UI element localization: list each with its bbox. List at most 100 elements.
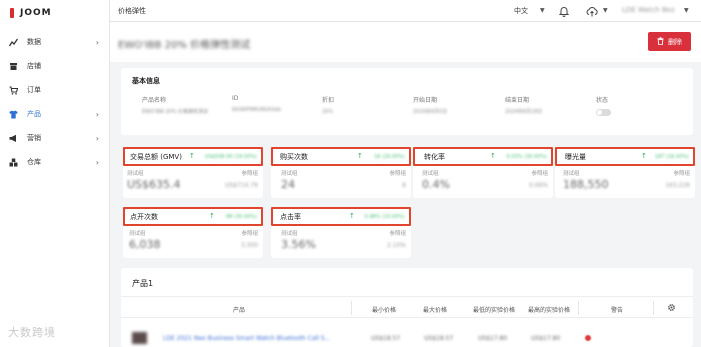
metric-card-ctr: 点击率 ↑ 0.98% (10.00%) 测试组 参照组 3.56% 2.10% (271, 207, 411, 258)
sidebar-item-products[interactable]: 产品 › (0, 102, 110, 126)
logo-text: JOOM (20, 8, 52, 18)
arrow-up-icon: ↑ (349, 212, 355, 220)
test-group-value: 6,038 (129, 238, 161, 251)
user-menu[interactable]: LDE Watch Bez (622, 6, 675, 14)
metric-card-gmv: 交易总额 (GMV) ↑ US$508.00 (19.00%) 测试组 参照组 … (123, 147, 263, 198)
joom-logo[interactable]: JOOM (10, 6, 52, 20)
test-group-label: 测试组 (281, 171, 298, 177)
field-end-date: 结束日期 2024年6月18日 (505, 95, 542, 116)
column-header-warning: 警告 (611, 307, 624, 314)
max-test-price-cell: US$17.80 (531, 335, 561, 342)
metric-change: 187 (16.00%) (654, 154, 689, 160)
metric-name: 交易总额 (GMV) (130, 153, 182, 161)
arrow-up-icon: ↑ (357, 152, 363, 160)
caret-down-icon[interactable]: ▼ (540, 7, 545, 14)
arrow-up-icon: ↑ (189, 152, 195, 160)
ref-group-label: 参照组 (531, 171, 548, 177)
store-icon (9, 62, 18, 71)
sidebar-item-label: 仓库 (27, 158, 41, 166)
metric-name: 转化率 (424, 153, 445, 161)
ref-group-value: 2.10% (386, 242, 406, 249)
section-title: 产品1 (132, 279, 154, 288)
sidebar-item-data[interactable]: 数据 › (0, 30, 110, 54)
test-group-value: 3.56% (281, 238, 316, 251)
language-selector[interactable]: 中文 (514, 6, 528, 16)
status-toggle[interactable] (596, 109, 611, 116)
basic-info-card: 基本信息 产品名称 EWO'IBB 20% 价格弹性测试 ID 6IGWIPNR… (121, 68, 693, 135)
metric-change: 88 (30.00%) (226, 214, 257, 220)
sidebar-item-label: 数据 (27, 38, 41, 46)
chevron-right-icon: › (95, 134, 99, 143)
min-test-price-cell: US$17.80 (478, 335, 508, 342)
cart-icon (9, 85, 18, 95)
field-status: 状态 (596, 95, 611, 116)
max-price-cell: US$18.57 (424, 335, 454, 342)
metric-header: 点击率 ↑ 0.98% (10.00%) (271, 207, 411, 226)
sidebar-item-orders[interactable]: 订单 (0, 78, 110, 102)
ref-group-value: 3,300 (240, 242, 258, 249)
bell-icon[interactable] (557, 4, 571, 18)
ref-group-label: 参照组 (241, 171, 258, 177)
tshirt-icon (9, 110, 18, 119)
column-header-max-test-price: 最高的实验价格 (528, 307, 571, 314)
table-row[interactable]: LDE 2021 Neo Business Smart Watch Blueto… (121, 326, 693, 347)
product-name-link[interactable]: LDE 2021 Neo Business Smart Watch Blueto… (163, 335, 330, 342)
chevron-right-icon: › (95, 158, 99, 167)
delete-button[interactable]: 删除 (648, 32, 691, 51)
warehouse-icon (9, 158, 18, 167)
metric-header: 曝光量 ↑ 187 (16.00%) (555, 147, 695, 166)
test-group-label: 测试组 (127, 171, 144, 177)
metric-card-conversion: 转化率 ↑ 0.03% (30.00%) 测试组 参照组 0.4% 0.06% (413, 147, 553, 198)
table-header: 产品 最小价格 最大价格 最低的实验价格 最高的实验价格 警告 (121, 296, 693, 318)
megaphone-icon (9, 134, 18, 143)
field-label: 结束日期 (505, 97, 530, 104)
sidebar-item-warehouse[interactable]: 仓库 › (0, 150, 110, 174)
top-bar: 价格弹性 中文 ▼ ▼ LDE Watch Bez ▼ (110, 0, 701, 22)
sidebar-item-store[interactable]: 店铺 (0, 54, 110, 78)
column-header-min-price: 最小价格 (372, 307, 397, 314)
metric-name: 购买次数 (280, 153, 308, 161)
sidebar-item-marketing[interactable]: 营销 › (0, 126, 110, 150)
sidebar-item-label: 订单 (27, 86, 41, 94)
metric-header: 点开次数 ↑ 88 (30.00%) (123, 207, 263, 226)
metric-change: 16 (20.00%) (374, 154, 405, 160)
field-value: 2024年6月18日 (505, 109, 543, 115)
section-title: 基本信息 (132, 77, 160, 85)
sidebar-nav: 数据 › 店铺 订单 产品 › 营销 › 仓库 › (0, 30, 110, 174)
field-label: 开始日期 (413, 97, 438, 104)
sidebar-item-label: 店铺 (27, 62, 41, 70)
test-group-label: 测试组 (129, 231, 146, 237)
metric-header: 转化率 ↑ 0.03% (30.00%) (413, 147, 553, 166)
ref-group-label: 参照组 (673, 171, 690, 177)
caret-down-icon[interactable]: ▼ (603, 7, 608, 14)
breadcrumb: 价格弹性 (118, 7, 146, 15)
chevron-right-icon: › (95, 38, 99, 47)
min-price-cell: US$18.57 (371, 335, 401, 342)
column-divider (578, 301, 579, 315)
page-header: EWO'IBB 20% 价格弹性测试 删除 (110, 22, 701, 62)
field-value: 20% (322, 109, 334, 115)
metric-name: 曝光量 (565, 153, 586, 161)
gear-icon[interactable] (667, 303, 676, 312)
ref-group-value: 8 (402, 182, 406, 189)
metric-change: US$508.00 (19.00%) (204, 154, 257, 160)
metric-change: 0.98% (10.00%) (364, 214, 405, 220)
metric-card-impressions: 曝光量 ↑ 187 (16.00%) 测试组 参照组 188,550 163,2… (555, 147, 695, 198)
watermark: 大数跨境 (8, 326, 56, 339)
field-label: 状态 (596, 97, 609, 104)
test-group-value: 24 (281, 178, 295, 191)
metric-change: 0.03% (30.00%) (506, 154, 547, 160)
caret-down-icon[interactable]: ▼ (684, 7, 689, 14)
test-group-label: 测试组 (422, 171, 439, 177)
ref-group-label: 参照组 (389, 171, 406, 177)
field-label: 折扣 (322, 97, 335, 104)
field-value: EWO'IBB 20% 价格弹性测试 (142, 109, 209, 115)
test-group-value: 0.4% (422, 178, 450, 191)
field-label: ID (232, 95, 239, 102)
product-thumbnail[interactable] (132, 332, 147, 344)
metric-header: 交易总额 (GMV) ↑ US$508.00 (19.00%) (123, 147, 263, 166)
ref-group-value: US$714.79 (224, 182, 258, 189)
metric-card-purchases: 购买次数 ↑ 16 (20.00%) 测试组 参照组 24 8 (271, 147, 411, 198)
cloud-upload-icon[interactable] (585, 4, 599, 18)
trash-icon (657, 36, 664, 47)
